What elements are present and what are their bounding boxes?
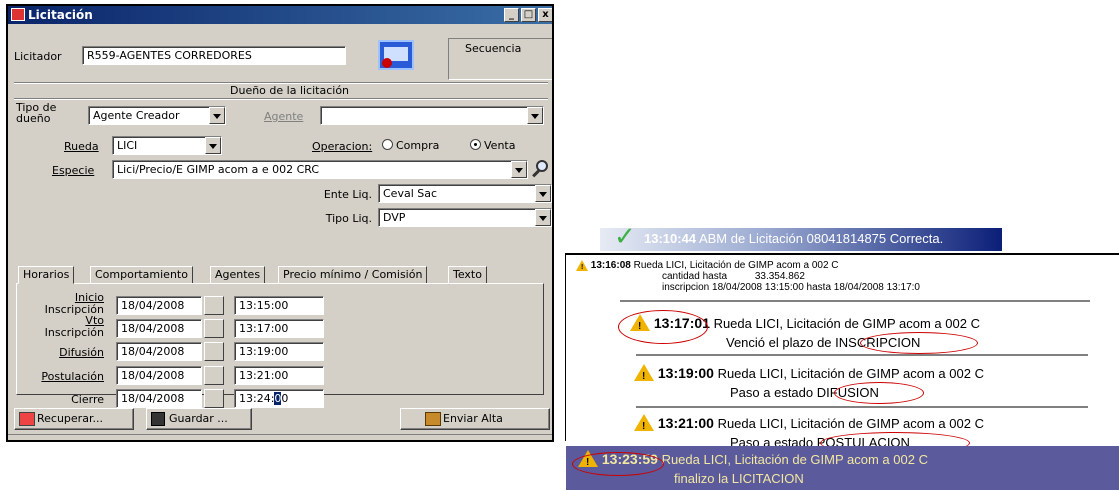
tab-agentes[interactable]: Agentes (210, 266, 266, 284)
rueda-select[interactable]: LICI (112, 136, 222, 155)
tipo-liq-select[interactable]: DVP (378, 208, 552, 227)
agente-label: Agente (264, 110, 304, 123)
venta-radio[interactable]: Venta (470, 139, 515, 152)
checkmark-icon: ✓ (614, 222, 636, 252)
inicio-date-field[interactable]: 18/04/2008 (116, 296, 202, 315)
tipo-liq-label: Tipo Liq. (325, 212, 372, 225)
package-icon (425, 412, 441, 426)
tipo-dueno-label: Tipo de dueño (16, 101, 57, 125)
difusion-date-field[interactable]: 18/04/2008 (116, 342, 202, 361)
separator (620, 300, 1090, 302)
final-banner: 13:23:59 Rueda LICI, Licitación de GIMP … (566, 446, 1119, 490)
separator (636, 354, 1088, 356)
chevron-down-icon[interactable] (209, 107, 225, 124)
save-icon (151, 412, 165, 426)
cierre-time-field[interactable]: 13:24:00 (234, 389, 324, 408)
difusion-label: Difusión (59, 346, 104, 359)
calendar-button[interactable] (204, 319, 224, 338)
vto-label: Vto Inscripción (44, 314, 104, 339)
calendar-button[interactable] (204, 296, 224, 315)
log-event-difusion: 13:19:00 Rueda LICI, Licitación de GIMP … (634, 364, 984, 402)
secuencia-label: Secuencia (465, 42, 522, 55)
postulacion-date-field[interactable]: 18/04/2008 (116, 366, 202, 385)
calendar-button[interactable] (204, 342, 224, 361)
radio-selected-icon[interactable] (470, 139, 481, 150)
maximize-button[interactable]: □ (521, 8, 536, 22)
enviar-alta-button[interactable]: Enviar Alta (400, 408, 550, 430)
chevron-down-icon[interactable] (535, 209, 551, 226)
warning-icon (634, 414, 654, 436)
success-message: 13:10:44 ABM de Licitación 08041814875 C… (644, 231, 944, 246)
licitador-label: Licitador (14, 50, 62, 63)
operacion-label: Operacion: (312, 140, 373, 153)
calendar-button[interactable] (204, 366, 224, 385)
log-alert-item: 13:16:08 Rueda LICI, Licitación de GIMP … (576, 260, 1119, 293)
app-icon (11, 8, 25, 21)
chevron-down-icon[interactable] (535, 185, 551, 202)
vto-date-field[interactable]: 18/04/2008 (116, 319, 202, 338)
highlight-ellipse (834, 382, 924, 404)
cierre-label: Cierre (71, 393, 104, 406)
difusion-time-field[interactable]: 13:19:00 (234, 342, 324, 361)
close-button[interactable]: x (538, 8, 552, 22)
recover-icon (19, 412, 35, 426)
ente-liq-select[interactable]: Ceval Sac (378, 184, 552, 203)
cierre-date-field[interactable]: 18/04/2008 (116, 389, 202, 408)
warning-icon (576, 260, 588, 273)
postulacion-time-field[interactable]: 13:21:00 (234, 366, 324, 385)
chevron-down-icon[interactable] (205, 137, 221, 154)
licitador-field[interactable]: R559-AGENTES CORREDORES (82, 46, 346, 65)
highlight-ellipse (618, 310, 708, 344)
secuencia-box: Secuencia (448, 38, 552, 80)
vto-time-field[interactable]: 13:17:00 (234, 319, 324, 338)
postulacion-label: Postulación (41, 370, 104, 383)
rueda-label: Rueda (64, 140, 99, 153)
tab-texto[interactable]: Texto (448, 266, 487, 284)
warning-icon (634, 364, 654, 386)
licitacion-window: Licitación _ □ x Licitador R559-AGENTES … (6, 4, 554, 442)
inicio-time-field[interactable]: 13:15:00 (234, 296, 324, 315)
highlight-ellipse (572, 452, 664, 476)
especie-label: Especie (52, 164, 95, 177)
status-bar (8, 434, 552, 440)
inicio-label: Inicio Inscripción (44, 291, 104, 316)
search-icon[interactable] (530, 158, 552, 180)
highlight-ellipse (860, 332, 978, 354)
recuperar-button[interactable]: Recuperar... (14, 408, 134, 430)
separator (636, 406, 1088, 408)
compra-radio[interactable]: Compra (382, 139, 439, 152)
guardar-button[interactable]: Guardar ... (146, 408, 252, 430)
chevron-down-icon[interactable] (527, 107, 543, 124)
minimize-button[interactable]: _ (504, 8, 519, 22)
success-banner: ✓ 13:10:44 ABM de Licitación 08041814875… (600, 222, 1002, 252)
tab-precio-minimo[interactable]: Precio mínimo / Comisión (278, 266, 428, 284)
tab-comportamiento[interactable]: Comportamiento (90, 266, 193, 284)
radio-icon[interactable] (382, 139, 393, 150)
chevron-down-icon[interactable] (511, 161, 527, 178)
window-titlebar[interactable]: Licitación _ □ x (8, 6, 552, 24)
tab-horarios[interactable]: Horarios (18, 266, 75, 284)
window-title: Licitación (28, 8, 93, 22)
calendar-button[interactable] (204, 389, 224, 408)
ente-liq-label: Ente Liq. (323, 188, 372, 201)
group-divider (14, 98, 548, 100)
dueno-group-title: Dueño de la licitación (230, 84, 350, 97)
certificate-icon[interactable] (378, 40, 414, 70)
agente-select[interactable] (320, 106, 544, 125)
tipo-dueno-select[interactable]: Agente Creador (88, 106, 226, 125)
especie-select[interactable]: Lici/Precio/E GIMP acom a e 002 CRC (112, 160, 528, 179)
